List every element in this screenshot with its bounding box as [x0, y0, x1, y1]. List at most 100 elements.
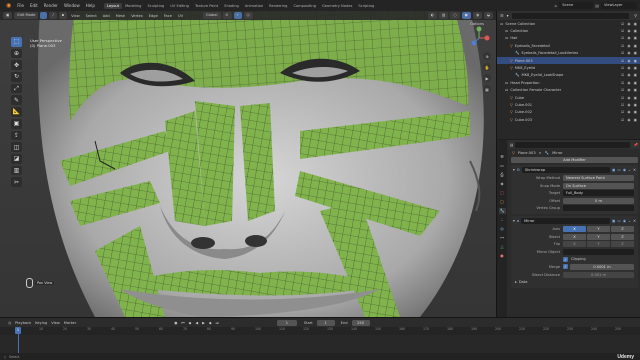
- tab-modeling[interactable]: Modeling: [122, 3, 144, 9]
- checkbox-icon[interactable]: ☑: [621, 103, 624, 107]
- start-frame-field[interactable]: 1: [316, 319, 335, 326]
- pan-hand-icon[interactable]: ✋: [483, 63, 491, 71]
- checkbox-icon[interactable]: ☑: [621, 59, 624, 63]
- physics-tab-icon[interactable]: ◎: [499, 226, 506, 232]
- bisect-distance-field[interactable]: 0.001 m: [563, 271, 634, 278]
- ortho-grid-icon[interactable]: ▦: [483, 85, 491, 93]
- outliner-search-input[interactable]: [511, 12, 630, 19]
- menu-help[interactable]: Help: [83, 3, 98, 8]
- properties-search-input[interactable]: [515, 141, 630, 148]
- outliner-row[interactable]: ▽ Cube.002 ☑ ◉ ▣: [497, 109, 640, 116]
- outliner-row[interactable]: ▽ Cube.003 ☑ ◉ ▣: [497, 116, 640, 123]
- next-key-icon[interactable]: ◆: [209, 321, 212, 325]
- remove-modifier-icon[interactable]: ✕: [633, 168, 636, 172]
- camera-icon[interactable]: ▣: [634, 66, 637, 70]
- shading-wireframe-icon[interactable]: ○: [450, 12, 460, 19]
- outliner-row[interactable]: ▭ Collection ☑ ◉ ▣: [497, 27, 640, 34]
- annotate-icon[interactable]: ✎: [11, 95, 22, 106]
- checkbox-icon[interactable]: ☑: [621, 110, 624, 114]
- record-icon[interactable]: ●: [174, 321, 177, 325]
- prev-key-icon[interactable]: ◆: [189, 321, 192, 325]
- bevel-icon[interactable]: ◪: [11, 153, 22, 164]
- properties-editor-icon[interactable]: ▤: [510, 143, 513, 147]
- pivot-icon[interactable]: ⊙: [222, 12, 232, 19]
- menu-face[interactable]: Face: [162, 14, 174, 18]
- menu-mesh[interactable]: Mesh: [114, 14, 127, 18]
- mirror-name-field[interactable]: Mirror: [521, 218, 611, 225]
- eye-icon[interactable]: ◉: [627, 73, 630, 77]
- menu-keying[interactable]: Keying: [35, 321, 47, 325]
- output-tab-icon[interactable]: ⎙: [499, 172, 506, 178]
- overlay-icon[interactable]: ◐: [427, 12, 438, 19]
- outliner-row[interactable]: ▽ Cube ☑ ◉ ▣: [497, 94, 640, 101]
- scale-icon[interactable]: ⤢: [11, 83, 22, 94]
- outliner-row[interactable]: ▽ Plane.003 ☑ ◉ ▣: [497, 56, 640, 65]
- eye-icon[interactable]: ◉: [627, 103, 630, 107]
- data-tab-icon[interactable]: △: [499, 244, 506, 250]
- merge-checkbox[interactable]: ✓: [563, 264, 568, 270]
- menu-select[interactable]: Select: [84, 14, 99, 18]
- filter-icon[interactable]: ⚲: [634, 13, 640, 18]
- camera-icon[interactable]: ▣: [634, 44, 637, 48]
- render-toggle-icon[interactable]: ◉: [623, 168, 626, 172]
- menu-playback[interactable]: Playback: [15, 321, 31, 325]
- playhead[interactable]: 1: [15, 327, 21, 334]
- material-tab-icon[interactable]: ●: [499, 253, 506, 259]
- mirror-object-field[interactable]: [563, 248, 634, 255]
- camera-icon[interactable]: ▣: [634, 51, 637, 55]
- menu-view[interactable]: View: [51, 321, 60, 325]
- camera-icon[interactable]: ▣: [634, 118, 637, 122]
- tab-animation[interactable]: Animation: [242, 3, 266, 9]
- outliner-row[interactable]: ▭ Scene Collection ☑ ◉ ▣: [497, 20, 640, 27]
- viewport-toggle-icon[interactable]: ▭: [617, 219, 620, 223]
- tab-compositing[interactable]: Compositing: [290, 3, 319, 9]
- object-tab-icon[interactable]: ▢: [499, 199, 506, 205]
- outliner-row[interactable]: 🔧 Eyeballs_Facedetail_LookVertex ☑ ◉ ▣: [497, 50, 640, 57]
- wrap-method-select[interactable]: Nearest Surface Point: [563, 174, 634, 181]
- timeline-editor-icon[interactable]: ◷: [8, 321, 11, 325]
- shading-solid-icon[interactable]: ●: [461, 12, 471, 19]
- tab-shading[interactable]: Shading: [221, 3, 242, 9]
- outliner-row[interactable]: ▽ MK8_Eyelid ☑ ◉ ▣: [497, 64, 640, 71]
- eye-icon[interactable]: ◉: [627, 118, 630, 122]
- shading-material-icon[interactable]: ◑: [472, 12, 482, 19]
- checkbox-icon[interactable]: ☑: [621, 88, 624, 92]
- clipping-checkbox[interactable]: ✓: [563, 256, 568, 262]
- camera-icon[interactable]: ▣: [634, 22, 637, 26]
- scene-tab-icon[interactable]: ◈: [499, 181, 506, 187]
- camera-icon[interactable]: ▣: [634, 73, 637, 77]
- menu-uv[interactable]: UV: [176, 14, 185, 18]
- flip-y-toggle[interactable]: Y: [587, 241, 610, 248]
- flip-x-toggle[interactable]: X: [563, 241, 586, 248]
- flip-z-toggle[interactable]: Z: [611, 241, 634, 248]
- menu-add[interactable]: Add: [101, 14, 112, 18]
- editmode-toggle-icon[interactable]: ▣: [612, 219, 615, 223]
- checkbox-icon[interactable]: ☑: [621, 118, 624, 122]
- dropdown-icon[interactable]: ⌄: [628, 168, 631, 172]
- camera-icon[interactable]: ▣: [634, 103, 637, 107]
- checkbox-icon[interactable]: ☑: [621, 81, 624, 85]
- jump-end-icon[interactable]: ⏭: [216, 321, 219, 325]
- modifier-tab-icon[interactable]: 🔧: [498, 208, 506, 214]
- editmode-toggle-icon[interactable]: ▣: [612, 168, 615, 172]
- eye-icon[interactable]: ◉: [627, 96, 630, 100]
- menu-vertex[interactable]: Vertex: [129, 14, 145, 18]
- camera-icon[interactable]: ▣: [634, 81, 637, 85]
- particles-tab-icon[interactable]: ∴: [499, 217, 506, 223]
- bisect-z-toggle[interactable]: Z: [611, 233, 634, 240]
- move-icon[interactable]: ✥: [11, 60, 22, 71]
- scene-selector[interactable]: Scene: [559, 2, 594, 9]
- loop-cut-icon[interactable]: ▥: [11, 165, 22, 176]
- offset-field[interactable]: 0 m: [563, 197, 634, 204]
- eye-icon[interactable]: ◉: [627, 51, 630, 55]
- menu-edge[interactable]: Edge: [147, 14, 160, 18]
- inset-icon[interactable]: ◫: [11, 142, 22, 152]
- eye-icon[interactable]: ◉: [627, 22, 630, 26]
- outliner-row[interactable]: ▽ Cube.001 ☑ ◉ ▣: [497, 101, 640, 108]
- checkbox-icon[interactable]: ☑: [621, 22, 624, 26]
- 3d-viewport[interactable]: ▣ Edit Mode · ∕ ▪ View Select Add Mesh V…: [0, 11, 496, 317]
- camera-icon[interactable]: ▣: [634, 110, 637, 114]
- collapse-chevron-icon[interactable]: ▸: [515, 280, 517, 284]
- xray-icon[interactable]: ▧: [439, 12, 449, 19]
- eye-icon[interactable]: ◉: [627, 88, 630, 92]
